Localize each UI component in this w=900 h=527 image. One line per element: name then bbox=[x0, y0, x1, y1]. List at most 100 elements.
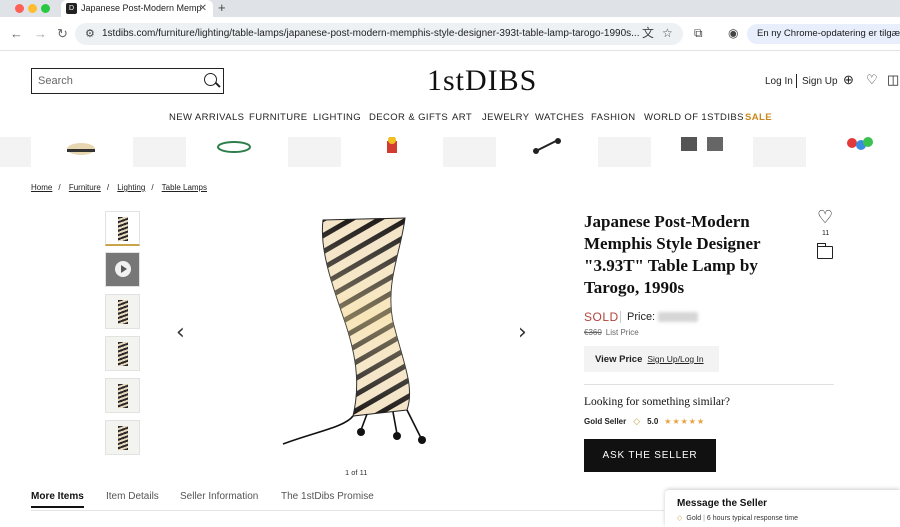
seller-rating: 5.0 bbox=[647, 417, 659, 426]
search-icon[interactable] bbox=[204, 73, 217, 86]
list-price-label: List Price bbox=[605, 328, 639, 337]
new-tab-icon[interactable]: + bbox=[218, 0, 226, 16]
strip-card[interactable] bbox=[341, 136, 443, 167]
breadcrumb: Home / Furniture / Lighting / Table Lamps bbox=[31, 183, 207, 192]
price-label: Price: bbox=[627, 311, 656, 323]
message-divider: | bbox=[703, 515, 705, 522]
breadcrumb-separator: / bbox=[151, 183, 154, 192]
signup-link[interactable]: Sign Up bbox=[802, 76, 838, 87]
breadcrumb-home[interactable]: Home bbox=[31, 183, 52, 192]
header-divider bbox=[796, 74, 797, 88]
reload-icon[interactable]: ↻ bbox=[57, 26, 68, 42]
nav-sale[interactable]: SALE bbox=[745, 112, 772, 123]
nav-world-of-1stdibs[interactable]: WORLD OF 1STDIBS bbox=[644, 112, 744, 123]
tab-more-items[interactable]: More Items bbox=[31, 491, 84, 508]
minimize-window-icon[interactable] bbox=[28, 4, 37, 13]
tab-seller-information[interactable]: Seller Information bbox=[180, 491, 258, 502]
gold-diamond-icon: ◇ bbox=[677, 515, 683, 522]
heart-icon[interactable]: ♡ bbox=[866, 73, 878, 87]
sculpture-thumbnail-icon bbox=[533, 138, 561, 154]
close-window-icon[interactable] bbox=[15, 4, 24, 13]
seller-tier: Gold Seller bbox=[584, 417, 627, 426]
boxes-thumbnail-icon bbox=[681, 137, 723, 151]
profile-icon[interactable]: ◉ bbox=[728, 25, 738, 41]
ask-seller-button[interactable]: ASK THE SELLER bbox=[584, 439, 716, 472]
bookmark-star-icon[interactable]: ☆ bbox=[662, 25, 673, 41]
nav-furniture[interactable]: FURNITURE bbox=[249, 112, 308, 123]
search-input[interactable]: Search bbox=[31, 68, 224, 94]
strip-card[interactable] bbox=[31, 137, 133, 167]
breadcrumb-separator: / bbox=[106, 183, 110, 192]
message-seller-panel[interactable]: Message the Seller ◇ Gold | 6 hours typic… bbox=[665, 490, 900, 527]
cart-icon[interactable]: ◫ bbox=[887, 73, 899, 87]
strip-card[interactable] bbox=[186, 137, 288, 167]
list-price: €360 List Price bbox=[584, 328, 639, 337]
forward-icon[interactable]: → bbox=[34, 26, 47, 42]
signup-login-link[interactable]: Sign Up/Log In bbox=[647, 354, 703, 364]
update-notice[interactable]: En ny Chrome-opdatering er tilgængelig bbox=[747, 24, 900, 44]
category-nav: NEW ARRIVALS FURNITURE LIGHTING DECOR & … bbox=[0, 112, 900, 124]
back-icon[interactable]: ← bbox=[10, 26, 23, 42]
strip-card[interactable] bbox=[806, 137, 900, 167]
vase-thumbnail-icon bbox=[387, 136, 397, 153]
gallery-thumbnail[interactable] bbox=[105, 336, 140, 371]
translate-icon[interactable]: 文 bbox=[642, 25, 654, 41]
gallery-thumbnail[interactable] bbox=[105, 420, 140, 455]
globe-icon[interactable]: ⊕ bbox=[843, 73, 854, 87]
maximize-window-icon[interactable] bbox=[41, 4, 50, 13]
tab-bar: D Japanese Post-Modern Memp ✕ + bbox=[0, 0, 900, 17]
breadcrumb-lighting[interactable]: Lighting bbox=[117, 183, 145, 192]
gallery-thumbnail[interactable] bbox=[105, 378, 140, 413]
lamp-thumbnail-icon bbox=[67, 143, 95, 155]
seller-rating-row: Gold Seller ◇ 5.0 ★★★★★ bbox=[584, 416, 705, 427]
related-items-strip bbox=[0, 136, 900, 167]
strip-card[interactable] bbox=[651, 137, 753, 167]
folder-icon[interactable] bbox=[816, 243, 833, 259]
next-image-icon[interactable]: › bbox=[518, 320, 527, 345]
site-info-icon[interactable]: ⚙ bbox=[85, 23, 95, 45]
tab-close-icon[interactable]: ✕ bbox=[199, 0, 207, 17]
price-divider bbox=[620, 311, 621, 323]
similar-heading: Looking for something similar? bbox=[584, 396, 730, 408]
nav-watches[interactable]: WATCHES bbox=[535, 112, 584, 123]
breadcrumb-furniture[interactable]: Furniture bbox=[69, 183, 101, 192]
previous-image-icon[interactable]: ‹ bbox=[176, 320, 185, 345]
lamp-thumbnail bbox=[118, 384, 128, 408]
gallery-video-thumbnail[interactable] bbox=[105, 252, 140, 287]
diamond-icon: ◇ bbox=[633, 416, 641, 426]
nav-art[interactable]: ART bbox=[452, 112, 472, 123]
browser-window: { "browser": { "tab_title": "Japanese Po… bbox=[0, 0, 900, 527]
play-icon[interactable] bbox=[115, 261, 131, 277]
url-text: 1stdibs.com/furniture/lighting/table-lam… bbox=[102, 28, 640, 39]
tab-item-details[interactable]: Item Details bbox=[106, 491, 159, 502]
browser-tab[interactable]: D Japanese Post-Modern Memp ✕ bbox=[61, 0, 213, 17]
message-panel-title: Message the Seller bbox=[677, 498, 768, 509]
login-link[interactable]: Log In bbox=[765, 76, 793, 87]
nav-jewelry[interactable]: JEWELRY bbox=[482, 112, 530, 123]
lamp-thumbnail bbox=[118, 217, 128, 241]
nav-new-arrivals[interactable]: NEW ARRIVALS bbox=[169, 112, 244, 123]
tab-1stdibs-promise[interactable]: The 1stDibs Promise bbox=[281, 491, 374, 502]
search-placeholder: Search bbox=[38, 75, 73, 87]
nav-decor-gifts[interactable]: DECOR & GIFTS bbox=[369, 112, 448, 123]
ring-thumbnail-icon bbox=[217, 141, 251, 153]
list-price-value: €360 bbox=[584, 328, 602, 337]
lamp-thumbnail bbox=[118, 342, 128, 366]
gallery-thumbnail[interactable] bbox=[105, 211, 140, 246]
product-main-image[interactable] bbox=[275, 212, 445, 457]
tab-title: Japanese Post-Modern Memp bbox=[81, 3, 202, 13]
response-time: 6 hours typical response time bbox=[706, 515, 798, 522]
gallery-thumbnail[interactable] bbox=[105, 294, 140, 329]
nav-lighting[interactable]: LIGHTING bbox=[313, 112, 361, 123]
site-logo[interactable]: 1stDIBS bbox=[427, 64, 537, 98]
view-price-box: View Price Sign Up/Log In bbox=[584, 346, 719, 372]
nav-fashion[interactable]: FASHION bbox=[591, 112, 636, 123]
favorite-heart-icon[interactable]: ♡ bbox=[817, 207, 833, 228]
view-price-label: View Price bbox=[595, 354, 643, 365]
browser-toolbar: ← → ↻ ⚙ 1stdibs.com/furniture/lighting/t… bbox=[0, 17, 900, 51]
strip-card[interactable] bbox=[496, 137, 598, 167]
address-bar[interactable]: ⚙ 1stdibs.com/furniture/lighting/table-l… bbox=[75, 23, 683, 45]
lamp-thumbnail bbox=[118, 426, 128, 450]
extensions-icon[interactable]: ⧉ bbox=[694, 25, 703, 41]
breadcrumb-table-lamps[interactable]: Table Lamps bbox=[162, 183, 207, 192]
